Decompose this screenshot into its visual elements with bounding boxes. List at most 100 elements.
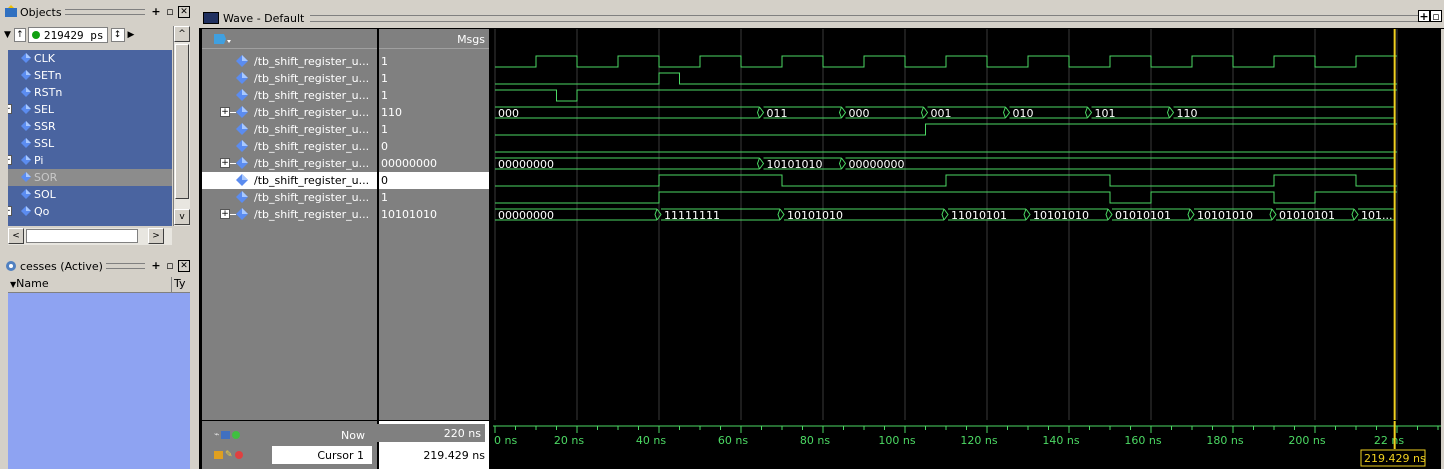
wave-maximize-icon[interactable]: ▫ (1430, 10, 1442, 22)
objects-toolbar: ▼ ↑ 219429 ps ↕ ▶ (4, 26, 192, 44)
signal-diamond-icon (236, 140, 248, 152)
bus-value-label: 00000000 (498, 209, 554, 222)
bus-value-label: 01010101 (1115, 209, 1171, 222)
signal-row[interactable]: /tb_shift_register_u... (202, 189, 377, 206)
object-item-rstn[interactable]: RSTn (8, 84, 172, 101)
time-tick-label: 100 ns (878, 434, 915, 447)
objects-horizontal-scrollbar[interactable]: < > (8, 228, 172, 245)
signal-value: 1 (381, 89, 388, 102)
scroll-down-icon[interactable]: v (174, 209, 190, 225)
signal-row[interactable]: /tb_shift_register_u... (202, 138, 377, 155)
object-item-setn[interactable]: SETn (8, 67, 172, 84)
more-arrow-icon[interactable]: ▶ (128, 30, 135, 40)
object-item-label: SSR (34, 120, 56, 133)
expand-icon[interactable]: + (220, 158, 230, 168)
processes-col-name[interactable]: ▼Name (8, 277, 172, 292)
object-item-sol[interactable]: SOL (8, 186, 172, 203)
objects-close-icon[interactable]: ✕ (178, 6, 190, 18)
signal-diamond-icon (21, 53, 31, 63)
bus-value-label: 101 (1095, 107, 1116, 120)
objects-panel-titlebar[interactable]: Objects + ▫ ✕ (0, 2, 190, 22)
signal-names-header (202, 29, 377, 49)
now-tools-icon[interactable]: ⌁ (214, 426, 241, 444)
digital-wave (495, 174, 1397, 187)
object-item-sor[interactable]: SOR (8, 169, 172, 186)
object-item-label: SSL (34, 137, 55, 150)
scroll-up-icon[interactable]: ^ (174, 26, 190, 42)
processes-maximize-icon[interactable]: ▫ (164, 260, 176, 272)
bus-value-label: 011 (767, 107, 788, 120)
object-item-qo[interactable]: + Qo (8, 203, 172, 220)
expand-icon[interactable]: + (8, 155, 12, 165)
object-item-clk[interactable]: CLK (8, 50, 172, 67)
cursor-label[interactable]: Cursor 1 (272, 446, 372, 464)
signal-row[interactable]: + /tb_shift_register_u... (202, 206, 377, 223)
expand-icon[interactable]: + (8, 206, 12, 216)
objects-panel-title: Objects (20, 5, 62, 19)
hscroll-thumb[interactable] (26, 229, 138, 243)
object-item-label: SOR (34, 171, 58, 184)
signal-name: /tb_shift_register_u... (254, 174, 370, 187)
object-item-ssl[interactable]: SSL (8, 135, 172, 152)
processes-header: ▼Name Ty (8, 277, 190, 293)
bus-value-label: 000 (498, 107, 519, 120)
object-item-label: SETn (34, 69, 62, 82)
expand-icon[interactable]: + (8, 104, 12, 114)
objects-time-field[interactable]: 219429 ps (27, 27, 108, 43)
signal-value: 00000000 (381, 157, 437, 170)
signal-diamond-icon (236, 55, 248, 67)
objects-vertical-scrollbar[interactable]: ^ v (173, 26, 190, 226)
bus-value-label: 101... (1361, 209, 1393, 222)
signal-diamond-icon (236, 157, 248, 169)
signal-diamond-icon (21, 87, 31, 97)
bus-wave (845, 157, 1395, 170)
wave-titlebar[interactable]: Wave - Default (199, 8, 1444, 28)
signal-row[interactable]: + /tb_shift_register_u... (202, 104, 377, 121)
signal-value: 0 (379, 172, 489, 189)
object-item-ssr[interactable]: SSR (8, 118, 172, 135)
signal-row[interactable]: + /tb_shift_register_u... (202, 155, 377, 172)
expand-icon[interactable]: + (220, 107, 230, 117)
wave-undock-icon[interactable]: + (1418, 10, 1430, 22)
cursor-names-pane: ⌁ Now ✎ Cursor 1 (202, 421, 377, 469)
processes-col-type[interactable]: Ty (172, 277, 186, 292)
signal-row[interactable]: /tb_shift_register_u... (202, 87, 377, 104)
digital-wave (495, 191, 1397, 204)
objects-list: CLK SETn RSTn + SEL SSR SSL + Pi SOR SOL + Qo (8, 50, 172, 226)
objects-scroll-thumb[interactable] (175, 44, 189, 199)
signal-value: 1 (381, 55, 388, 68)
object-item-label: RSTn (34, 86, 63, 99)
signal-row[interactable]: /tb_shift_register_u... (202, 70, 377, 87)
expand-icon[interactable]: + (220, 209, 230, 219)
cursor-values-pane: 220 ns 219.429 ns (375, 421, 489, 469)
processes-panel-titlebar[interactable]: cesses (Active) + ▫ ✕ (0, 256, 190, 276)
objects-maximize-icon[interactable]: ▫ (164, 6, 176, 18)
time-tick-label: 120 ns (960, 434, 997, 447)
go-icon[interactable]: ↑ (13, 28, 26, 42)
bus-transition (1105, 208, 1113, 221)
bus-transition (1084, 106, 1093, 119)
cursor-tools-icon[interactable]: ✎ (214, 446, 243, 464)
signal-row[interactable]: /tb_shift_register_u... (202, 172, 377, 189)
wave-tool-icon[interactable] (212, 32, 232, 46)
scroll-right-icon[interactable]: > (148, 228, 164, 244)
waveform-area[interactable]: 000 011 000 001 010 101 110 00000000 10101010 000… (493, 29, 1441, 420)
bus-transition (941, 208, 949, 221)
object-item-pi[interactable]: + Pi (8, 152, 172, 169)
time-tick-label: 40 ns (636, 434, 666, 447)
scroll-left-icon[interactable]: < (8, 228, 24, 244)
time-tick-label: 60 ns (718, 434, 748, 447)
signal-row[interactable]: /tb_shift_register_u... (202, 121, 377, 138)
time-tick-label: 22 ns (1374, 434, 1404, 447)
processes-close-icon[interactable]: ✕ (178, 260, 190, 272)
time-step-icon[interactable]: ↕ (110, 28, 125, 42)
signal-row[interactable]: /tb_shift_register_u... (202, 53, 377, 70)
object-item-sel[interactable]: + SEL (8, 101, 172, 118)
bus-transition (654, 208, 662, 221)
processes-undock-icon[interactable]: + (150, 260, 162, 272)
collapse-arrow-icon[interactable]: ▼ (4, 30, 11, 40)
bus-value-label: 010 (1013, 107, 1034, 120)
objects-undock-icon[interactable]: + (150, 6, 162, 18)
time-ruler[interactable]: 0 ns 20 ns 40 ns 60 ns 80 ns 100 ns 120 ns 140 … (493, 421, 1441, 469)
signal-diamond-icon (21, 121, 31, 131)
